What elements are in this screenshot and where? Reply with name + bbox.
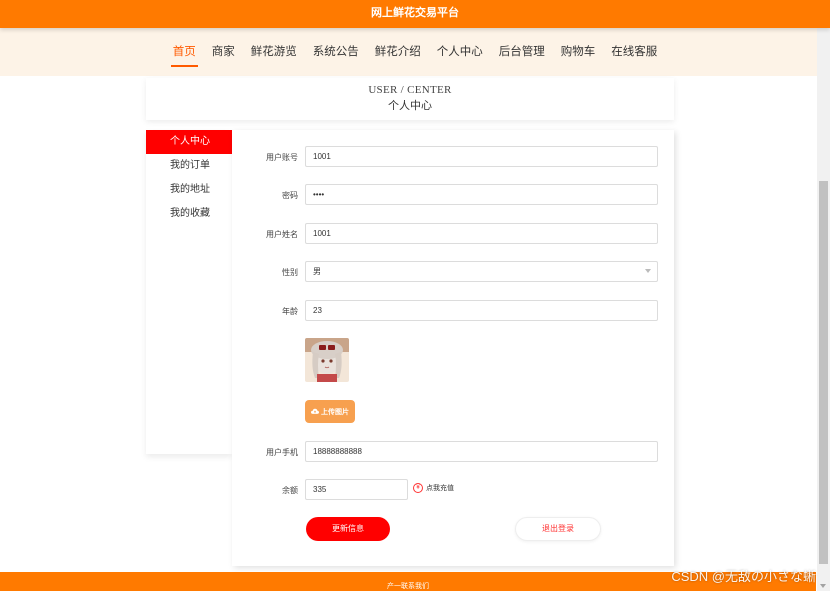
update-info-button[interactable]: 更新信息 xyxy=(306,517,390,541)
name-label: 用户姓名 xyxy=(266,230,298,239)
name-field[interactable]: 1001 xyxy=(305,223,658,244)
balance-field[interactable]: 335 xyxy=(305,479,408,500)
account-label: 用户账号 xyxy=(266,153,298,162)
phone-label: 用户手机 xyxy=(266,448,298,457)
nav-item-admin[interactable]: 后台管理 xyxy=(491,41,553,63)
watermark: CSDN @无敌の小さな蜥 xyxy=(671,569,816,584)
page-title-en: USER / CENTER xyxy=(368,84,452,96)
page-header: USER / CENTER 个人中心 xyxy=(146,78,674,120)
scroll-down-icon[interactable] xyxy=(820,584,826,588)
password-label: 密码 xyxy=(282,191,298,200)
nav-item-flower-intro[interactable]: 鲜花介绍 xyxy=(367,41,429,63)
recharge-icon: ¥ xyxy=(413,483,423,493)
site-title: 网上鲜花交易平台 xyxy=(371,7,459,19)
chevron-down-icon xyxy=(645,269,651,273)
phone-field[interactable]: 18888888888 xyxy=(305,441,658,462)
gender-label: 性别 xyxy=(282,268,298,277)
nav-item-user-center[interactable]: 个人中心 xyxy=(429,41,491,63)
scrollbar-thumb[interactable] xyxy=(819,181,828,564)
upload-image-label: 上传图片 xyxy=(321,408,349,416)
logout-button[interactable]: 退出登录 xyxy=(515,517,601,541)
gender-selected-value: 男 xyxy=(313,267,321,276)
profile-form-panel: 用户账号 1001 密码 •••• 用户姓名 1001 性别 男 年龄 23 上… xyxy=(232,130,674,566)
nav-item-flower-browse[interactable]: 鲜花游览 xyxy=(243,41,305,63)
site-title-bar: 网上鲜花交易平台 xyxy=(0,0,830,28)
sidebar-item-addresses[interactable]: 我的地址 xyxy=(146,178,232,202)
page-title-cn: 个人中心 xyxy=(388,100,432,112)
footer-text: 产一联系我们 xyxy=(387,583,429,590)
upload-image-button[interactable]: 上传图片 xyxy=(305,400,355,423)
recharge-label: 点我充值 xyxy=(426,485,454,492)
sidebar-item-user-center[interactable]: 个人中心 xyxy=(146,130,232,154)
sidebar-item-orders[interactable]: 我的订单 xyxy=(146,154,232,178)
account-field[interactable]: 1001 xyxy=(305,146,658,167)
nav-item-merchants[interactable]: 商家 xyxy=(204,41,243,63)
age-label: 年龄 xyxy=(282,307,298,316)
gender-select[interactable]: 男 xyxy=(305,261,658,282)
main-nav: 首页 商家 鲜花游览 系统公告 鲜花介绍 个人中心 后台管理 购物车 在线客服 xyxy=(0,28,830,76)
password-field[interactable]: •••• xyxy=(305,184,658,205)
nav-item-cart[interactable]: 购物车 xyxy=(553,41,604,63)
nav-item-announcements[interactable]: 系统公告 xyxy=(305,41,367,63)
age-field[interactable]: 23 xyxy=(305,300,658,321)
balance-label: 余额 xyxy=(282,486,298,495)
user-sidebar: 个人中心 我的订单 我的地址 我的收藏 xyxy=(146,130,232,454)
sidebar-item-favorites[interactable]: 我的收藏 xyxy=(146,202,232,226)
page-scrollbar[interactable] xyxy=(817,0,830,591)
nav-item-support[interactable]: 在线客服 xyxy=(603,41,665,63)
recharge-link[interactable]: ¥ 点我充值 xyxy=(413,483,454,493)
nav-item-home[interactable]: 首页 xyxy=(165,41,204,67)
avatar xyxy=(305,338,349,382)
cloud-upload-icon xyxy=(311,408,319,414)
